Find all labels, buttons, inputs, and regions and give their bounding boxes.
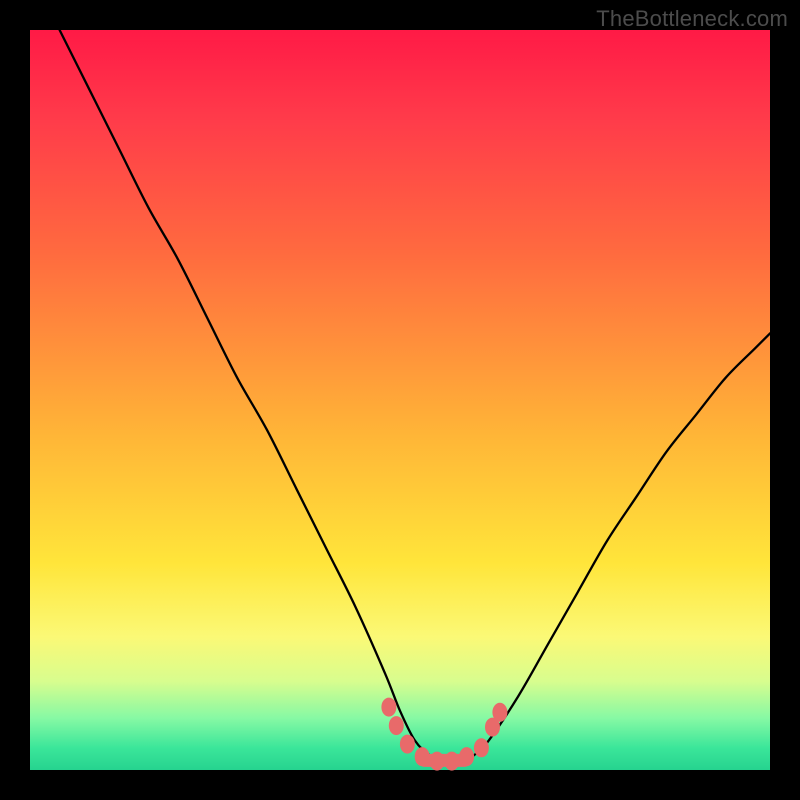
curve-marker — [389, 717, 403, 735]
curve-layer — [30, 30, 770, 770]
chart-frame: TheBottleneck.com — [0, 0, 800, 800]
bottleneck-curve — [60, 30, 770, 764]
curve-marker — [430, 752, 444, 770]
curve-marker — [415, 748, 429, 766]
curve-marker — [400, 735, 414, 753]
curve-marker — [445, 752, 459, 770]
curve-marker — [382, 698, 396, 716]
curve-marker — [474, 739, 488, 757]
curve-marker — [460, 748, 474, 766]
watermark-text: TheBottleneck.com — [596, 6, 788, 32]
plot-area — [30, 30, 770, 770]
curve-marker — [493, 703, 507, 721]
